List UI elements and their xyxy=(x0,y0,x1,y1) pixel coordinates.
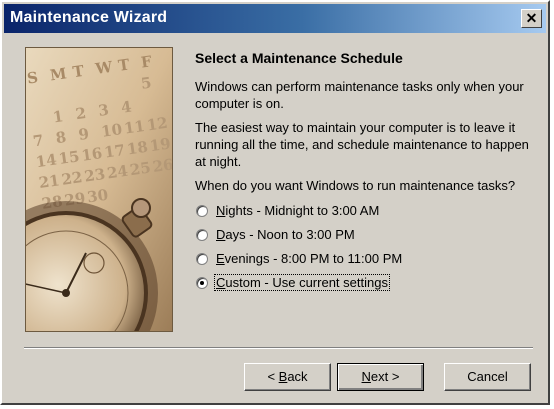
page-heading: Select a Maintenance Schedule xyxy=(195,50,403,66)
calendar-date: 30 xyxy=(86,186,109,207)
next-button[interactable]: Next > xyxy=(337,363,424,391)
description-text-1: Windows can perform maintenance tasks on… xyxy=(195,79,524,111)
description-text-2: The easiest way to maintain your compute… xyxy=(195,120,529,169)
radio-button-icon[interactable] xyxy=(196,205,208,217)
calendar-date: 23 xyxy=(83,165,106,186)
radio-button-icon[interactable] xyxy=(196,229,208,241)
wizard-content: Select a Maintenance Schedule Windows ca… xyxy=(195,50,540,201)
calendar-date: 15 xyxy=(57,147,80,168)
calendar-date: 17 xyxy=(103,141,126,162)
calendar-date: 24 xyxy=(106,162,129,183)
calendar-date: 21 xyxy=(38,171,61,192)
calendar-date: 12 xyxy=(146,114,169,135)
calendar-date: 26 xyxy=(151,155,172,176)
calendar-date: 10 xyxy=(100,120,123,141)
wizard-side-image: S M T W T F 5 1 2 3 4 7 8 9 10 11 12 14 15 16 17 18 19 21 22 23 24… xyxy=(25,47,173,332)
radio-dot-icon xyxy=(200,281,204,285)
calendar-day-header: M xyxy=(49,64,68,84)
calendar-date: 16 xyxy=(80,144,103,165)
calendar-date: 22 xyxy=(60,168,83,189)
close-icon: ✕ xyxy=(525,10,538,26)
cancel-button[interactable]: Cancel xyxy=(444,363,531,391)
calendar-stopwatch-illustration: S M T W T F51 2 3 47 8 9 10 11 1214 15 16 17 18 1921 22 23 24… xyxy=(26,48,172,331)
back-button[interactable]: < Back xyxy=(244,363,331,391)
radio-button-selected-icon[interactable] xyxy=(196,277,208,289)
calendar-date: 19 xyxy=(149,134,172,155)
close-button[interactable]: ✕ xyxy=(521,9,542,28)
radio-label-evenings[interactable]: Evenings - 8:00 PM to 11:00 PM xyxy=(216,251,402,266)
calendar-date: 11 xyxy=(123,117,146,138)
schedule-question: When do you want Windows to run maintena… xyxy=(195,178,516,193)
title-bar[interactable]: Maintenance Wizard ✕ xyxy=(4,4,546,33)
window-title: Maintenance Wizard xyxy=(10,9,168,26)
radio-button-icon[interactable] xyxy=(196,253,208,265)
calendar-date: 18 xyxy=(126,138,149,159)
radio-label-days[interactable]: Days - Noon to 3:00 PM xyxy=(216,227,355,242)
button-separator xyxy=(24,347,533,349)
calendar-date: 14 xyxy=(35,150,58,171)
wizard-window: Maintenance Wizard ✕ S M T W T F 5 1 2 3 4 7 8 9 10 11 1… xyxy=(0,0,550,405)
calendar-date: 25 xyxy=(129,158,152,179)
radio-label-nights[interactable]: Nights - Midnight to 3:00 AM xyxy=(216,203,379,218)
radio-label-custom[interactable]: Custom - Use current settings xyxy=(214,274,390,291)
